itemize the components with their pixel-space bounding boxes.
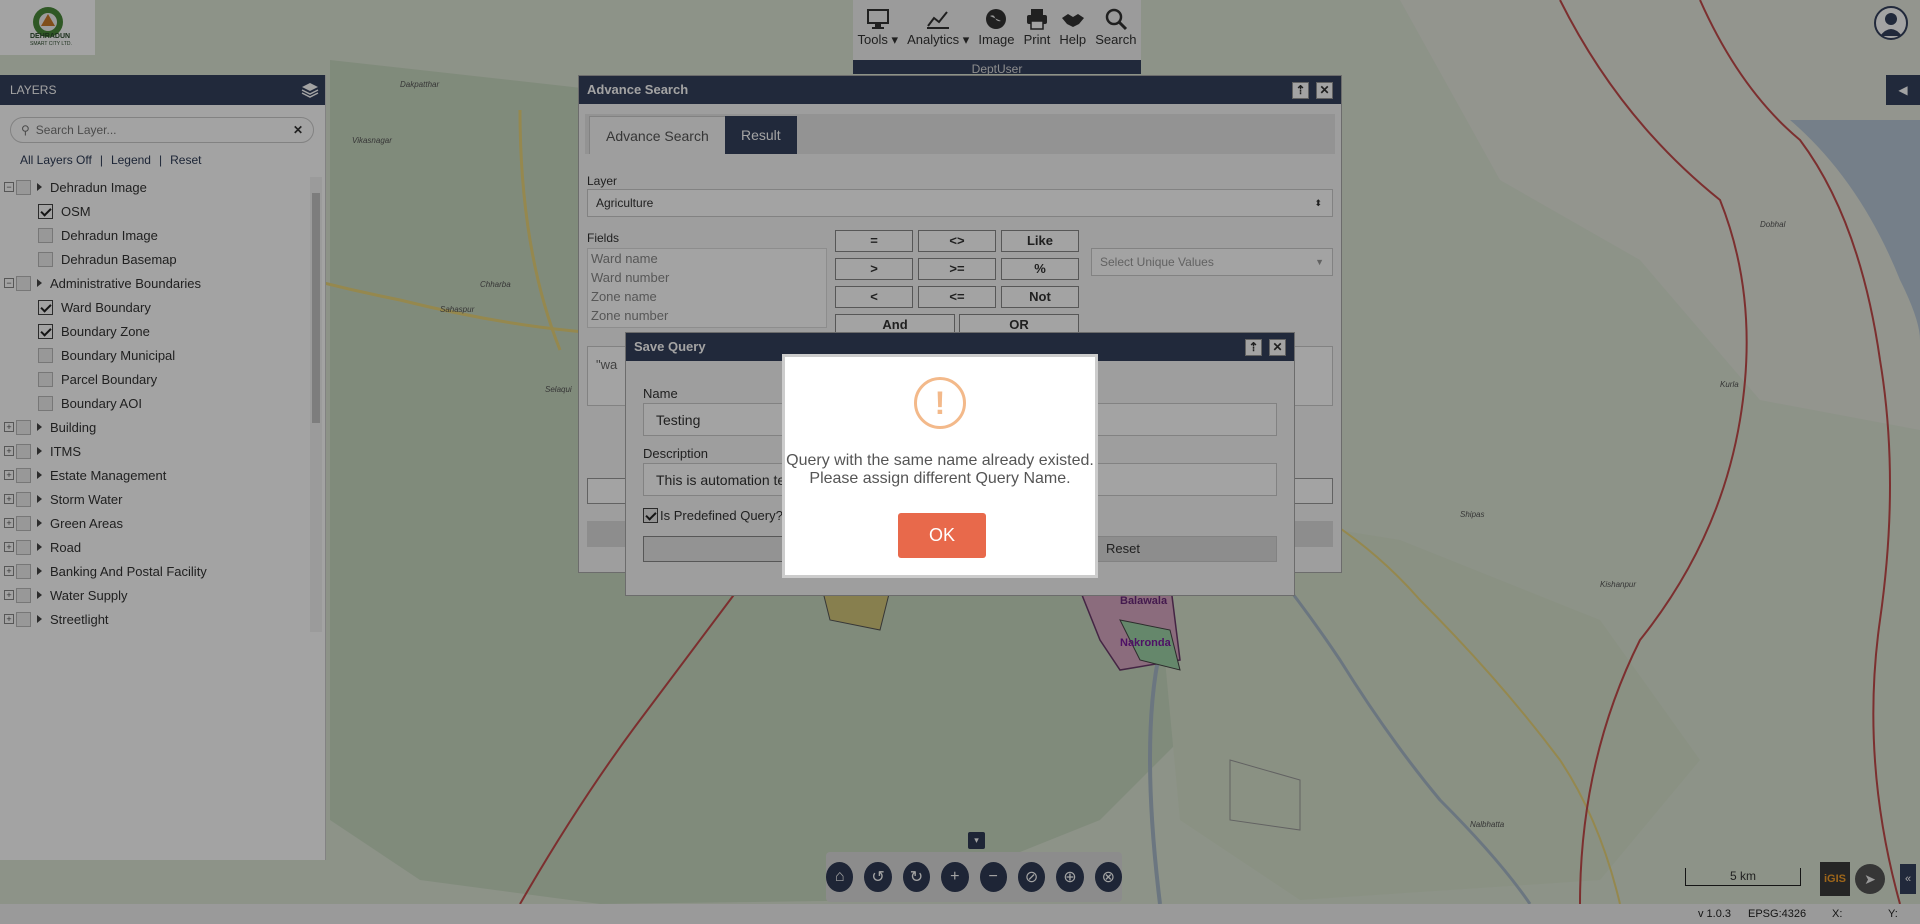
alert-message-line: Query with the same name already existed… — [786, 452, 1094, 469]
ok-button[interactable]: OK — [898, 513, 986, 558]
exclamation-icon: ! — [914, 377, 966, 429]
alert-dialog: ! Query with the same name already exist… — [782, 354, 1098, 578]
alert-message-line: Please assign different Query Name. — [809, 470, 1071, 487]
alert-message: Query with the same name already existed… — [785, 452, 1095, 488]
